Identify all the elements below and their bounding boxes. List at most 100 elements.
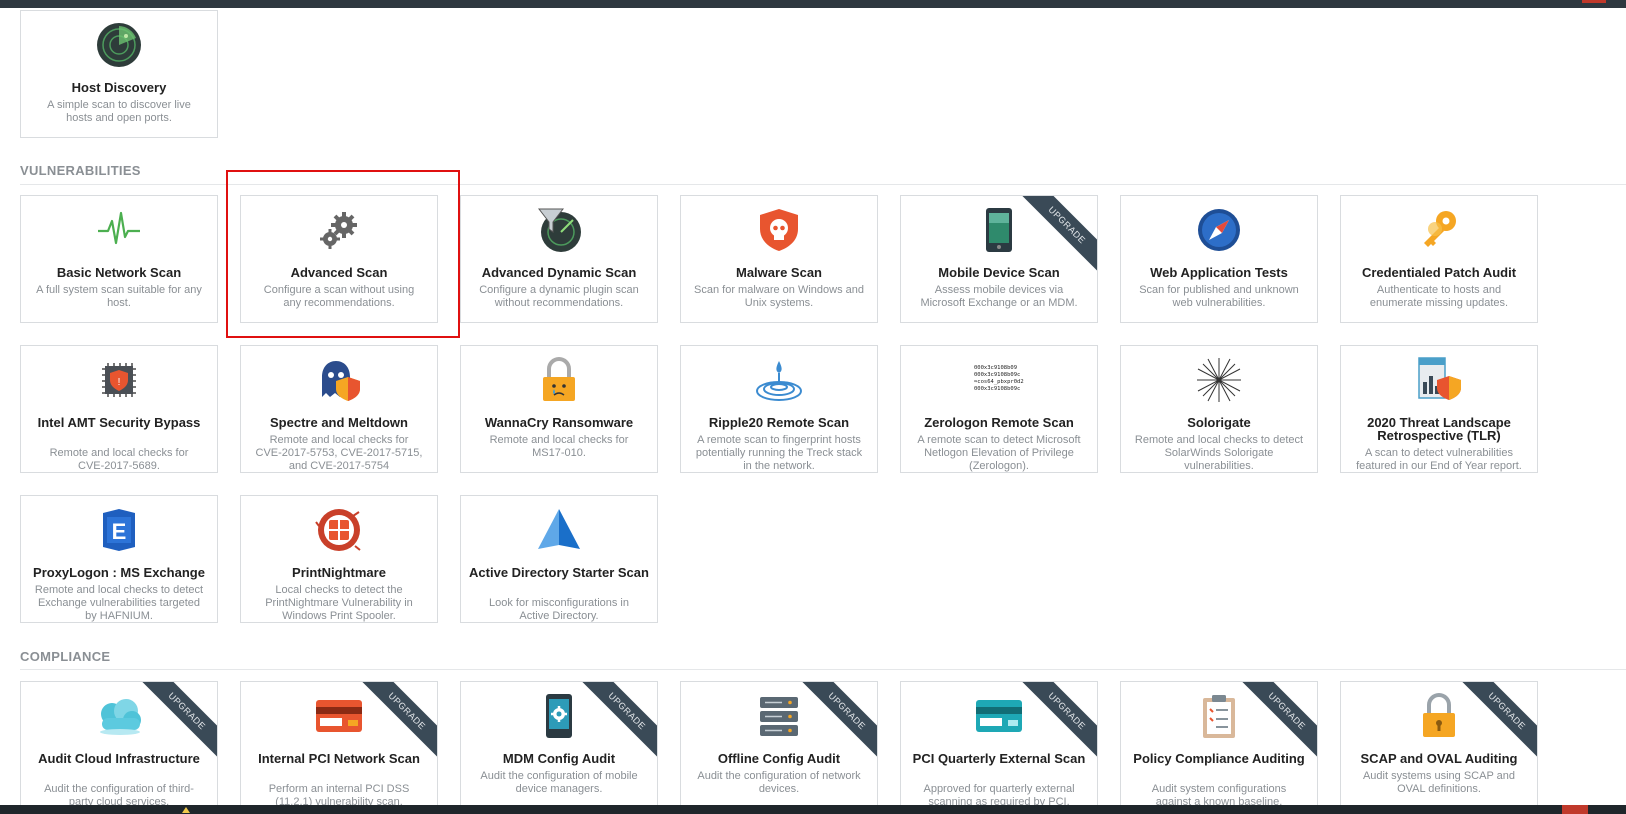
upgrade-label: UPGRADE [799,682,877,760]
card-desc: Microsoft Exchange or an MDM. [920,297,1078,309]
card-desc: CVE-2017-5689. [78,460,160,472]
card-desc: any recommendations. [283,297,395,309]
card-zerologon-remote-scan[interactable]: 000x3c9108b09 000x3c9108b09c ≈cos64_pbxpr0… [900,345,1098,473]
radar-icon [21,21,217,69]
card-desc: SolarWinds Solorigate [1164,447,1274,459]
filter-radar-icon [461,206,657,254]
card-mobile-device-scan[interactable]: Mobile Device Scan Assess mobile devices … [900,195,1098,323]
card-title: Zerologon Remote Scan [924,415,1074,430]
card-desc: web vulnerabilities. [1172,297,1266,309]
card-title: Solorigate [1187,415,1251,430]
svg-text:000x3c9108b09c: 000x3c9108b09c [974,372,1020,378]
card-host-discovery[interactable]: Host Discovery A simple scan to discover… [20,10,218,138]
card-desc: potentially running the Treck stack [695,447,863,459]
card-active-directory-starter-scan[interactable]: Active Directory Starter Scan Look for mi… [460,495,658,623]
skull-shield-icon [681,206,877,254]
card-desc: Audit the configuration of third- [44,783,194,795]
card-desc: PrintNightmare Vulnerability in [265,597,413,609]
ghost-shield-icon [241,356,437,404]
card-desc: Remote and local checks for [269,434,409,446]
card-credentialed-patch-audit[interactable]: Credentialed Patch Audit Authenticate to … [1340,195,1538,323]
card-desc: Audit systems using SCAP and [1362,770,1516,782]
card-ripple20-remote-scan[interactable]: Ripple20 Remote Scan A remote scan to fin… [680,345,878,473]
card-desc: A remote scan to detect Microsoft [917,434,1081,446]
svg-text:000x3c9108b09c: 000x3c9108b09c [974,386,1020,392]
card-intel-amt-security-bypass[interactable]: ! Intel AMT Security Bypass Remote and loc… [20,345,218,473]
card-desc: Exchange vulnerabilities targeted [37,597,201,609]
card-title: Ripple20 Remote Scan [708,415,850,430]
card-printnightmare[interactable]: PrintNightmare Local checks to detect the… [240,495,438,623]
card-audit-cloud-infrastructure[interactable]: Audit Cloud Infrastructure Audit the conf… [20,681,218,809]
card-desc: Audit the configuration of mobile [480,770,638,782]
upgrade-ribbon: UPGRADE [359,682,437,760]
card-desc: without recommendations. [494,297,624,309]
card-desc: Configure a dynamic plugin scan [479,284,639,296]
card-title: Spectre and Meltdown [270,415,408,430]
card-2020-threat-landscape-retrospective-tlr[interactable]: 2020 Threat Landscape Retrospective (TLR… [1340,345,1538,473]
bottom-taskbar [0,805,1626,814]
card-scap-and-oval-auditing[interactable]: SCAP and OVAL Auditing Audit systems usin… [1340,681,1538,809]
card-proxylogon-ms-exchange[interactable]: E ProxyLogon : MS Exchange Remote and loca… [20,495,218,623]
card-desc: host. [107,297,131,309]
card-desc: by HAFNIUM. [85,610,153,622]
card-title: Advanced Scan [290,265,388,280]
card-wannacry-ransomware[interactable]: WannaCry Ransomware Remote and local chec… [460,345,658,473]
card-desc: Remote and local checks for [489,434,629,446]
section-divider [20,669,1626,670]
card-desc: (Zerologon). [969,460,1029,472]
upgrade-label: UPGRADE [1019,196,1097,274]
starburst-icon [1121,356,1317,404]
card-desc: Authenticate to hosts and [1376,284,1502,296]
upgrade-ribbon: UPGRADE [1019,196,1097,274]
card-pci-quarterly-external-scan[interactable]: PCI Quarterly External Scan Approved for … [900,681,1098,809]
card-desc: OVAL definitions. [1397,783,1481,795]
card-title: Credentialed Patch Audit [1361,265,1517,280]
card-solorigate[interactable]: Solorigate Remote and local checks to det… [1120,345,1318,473]
upgrade-label: UPGRADE [139,682,217,760]
upgrade-label: UPGRADE [1019,682,1097,760]
svg-text:000x3c9108b09: 000x3c9108b09 [974,365,1017,371]
top-navbar [0,0,1626,8]
card-desc: Windows Print Spooler. [282,610,396,622]
card-title: PrintNightmare [292,565,386,580]
svg-text:!: ! [118,377,121,388]
card-desc: Audit system configurations [1151,783,1287,795]
upgrade-ribbon: UPGRADE [579,682,657,760]
card-web-application-tests[interactable]: Web Application Tests Scan for published … [1120,195,1318,323]
report-shield-icon [1341,356,1537,404]
card-desc: hosts and open ports. [66,112,172,124]
card-desc: Remote and local checks to detect [1134,434,1304,446]
upgrade-label: UPGRADE [359,682,437,760]
card-basic-network-scan[interactable]: Basic Network Scan A full system scan sui… [20,195,218,323]
card-desc: Netlogon Elevation of Privilege [924,447,1074,459]
card-desc: device managers. [515,783,603,795]
svg-text:≈cos64_pbxpr0d2: ≈cos64_pbxpr0d2 [974,379,1024,385]
card-desc: Remote and local checks to detect [34,584,204,596]
card-offline-config-audit[interactable]: Offline Config Audit Audit the configurat… [680,681,878,809]
card-policy-compliance-auditing[interactable]: Policy Compliance Auditing Audit system c… [1120,681,1318,809]
card-internal-pci-network-scan[interactable]: Internal PCI Network Scan Perform an inte… [240,681,438,809]
card-advanced-scan[interactable]: Advanced Scan Configure a scan without us… [240,195,438,323]
card-advanced-dynamic-scan[interactable]: Advanced Dynamic Scan Configure a dynamic… [460,195,658,323]
upgrade-label: UPGRADE [1239,682,1317,760]
card-title: Malware Scan [736,265,822,280]
upgrade-ribbon: UPGRADE [1239,682,1317,760]
card-title: 2020 Threat Landscape Retrospective (TLR… [1367,415,1511,443]
card-spectre-and-meltdown[interactable]: Spectre and Meltdown Remote and local che… [240,345,438,473]
card-desc: devices. [758,783,800,795]
chip-icon: ! [21,356,217,404]
card-desc: Approved for quarterly external [923,783,1075,795]
card-title: Host Discovery [71,80,167,95]
compass-icon [1121,206,1317,254]
card-mdm-config-audit[interactable]: MDM Config Audit Audit the configuration … [460,681,658,809]
card-desc: Remote and local checks for [49,447,189,459]
card-desc: in the network. [743,460,815,472]
card-title: Basic Network Scan [56,265,182,280]
card-desc: Configure a scan without using [263,284,415,296]
card-malware-scan[interactable]: Malware Scan Scan for malware on Windows … [680,195,878,323]
card-desc: enumerate missing updates. [1369,297,1509,309]
svg-text:E: E [112,519,127,544]
card-desc: Active Directory. [519,610,599,622]
card-title: Intel AMT Security Bypass [37,415,201,430]
card-desc: A simple scan to discover live [47,99,191,111]
